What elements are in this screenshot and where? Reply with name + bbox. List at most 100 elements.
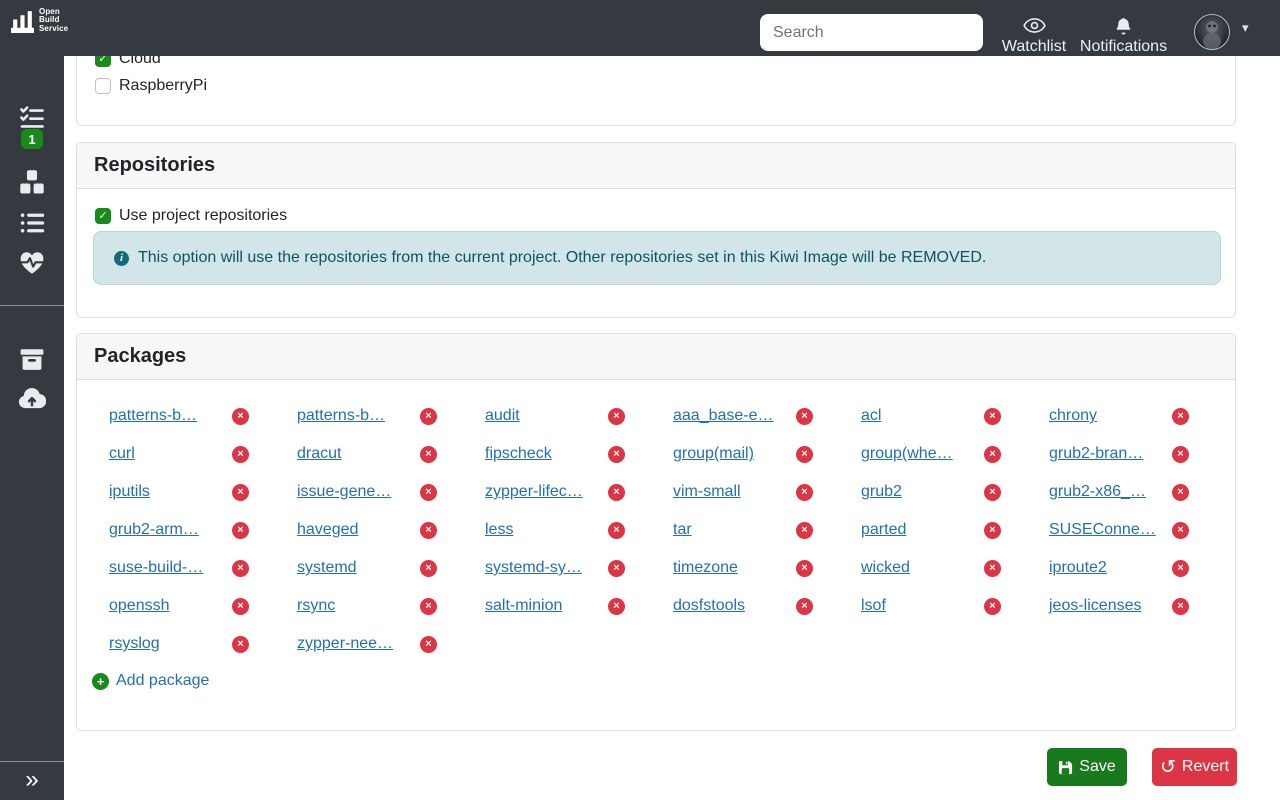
delete-package-icon[interactable]: × — [232, 484, 249, 501]
package-link[interactable]: patterns-b… — [109, 407, 197, 425]
package-link[interactable]: aaa_base-e… — [673, 407, 774, 425]
package-link[interactable]: iputils — [109, 483, 150, 501]
package-link[interactable]: parted — [861, 521, 906, 539]
watchlist-menu[interactable]: Watchlist — [995, 15, 1073, 56]
package-link[interactable]: suse-build-… — [109, 559, 203, 577]
package-link[interactable]: issue-gene… — [297, 483, 391, 501]
delete-package-icon[interactable]: × — [796, 484, 813, 501]
delete-package-icon[interactable]: × — [796, 598, 813, 615]
delete-package-icon[interactable]: × — [232, 446, 249, 463]
delete-package-icon[interactable]: × — [1172, 484, 1189, 501]
package-link[interactable]: SUSEConne… — [1049, 521, 1156, 539]
package-link[interactable]: group(mail) — [673, 445, 754, 463]
package-link[interactable]: salt-minion — [485, 597, 562, 615]
package-link[interactable]: openssh — [109, 597, 170, 615]
package-link[interactable]: chrony — [1049, 407, 1097, 425]
package-link[interactable]: zypper-lifec… — [485, 483, 583, 501]
sidebar-item-repositories[interactable] — [0, 346, 64, 372]
package-link[interactable]: jeos-licenses — [1049, 597, 1141, 615]
package-link[interactable]: systemd-sy… — [485, 559, 582, 577]
delete-package-icon[interactable]: × — [796, 522, 813, 539]
package-link[interactable]: dracut — [297, 445, 341, 463]
package-link[interactable]: acl — [861, 407, 881, 425]
delete-package-icon[interactable]: × — [420, 408, 437, 425]
package-link[interactable]: wicked — [861, 559, 910, 577]
delete-package-icon[interactable]: × — [232, 522, 249, 539]
delete-package-icon[interactable]: × — [796, 446, 813, 463]
package-link[interactable]: group(whe… — [861, 445, 953, 463]
package-link[interactable]: zypper-nee… — [297, 635, 393, 653]
sidebar-item-monitor[interactable] — [0, 250, 64, 276]
delete-package-icon[interactable]: × — [232, 636, 249, 653]
checkbox-checked-icon[interactable]: ✓ — [95, 208, 111, 224]
eye-icon — [1023, 17, 1046, 34]
search-input[interactable] — [760, 14, 983, 51]
user-avatar[interactable] — [1194, 14, 1230, 50]
delete-package-icon[interactable]: × — [232, 560, 249, 577]
delete-package-icon[interactable]: × — [420, 446, 437, 463]
package-link[interactable]: fipscheck — [485, 445, 552, 463]
delete-package-icon[interactable]: × — [232, 408, 249, 425]
package-link[interactable]: dosfstools — [673, 597, 745, 615]
obs-logo[interactable]: Open Build Service — [9, 7, 68, 34]
delete-package-icon[interactable]: × — [608, 560, 625, 577]
package-link[interactable]: iproute2 — [1049, 559, 1107, 577]
delete-package-icon[interactable]: × — [1172, 522, 1189, 539]
package-link[interactable]: less — [485, 521, 513, 539]
delete-package-icon[interactable]: × — [984, 446, 1001, 463]
delete-package-icon[interactable]: × — [984, 560, 1001, 577]
revert-button[interactable]: ↺ Revert — [1152, 748, 1237, 786]
delete-package-icon[interactable]: × — [420, 560, 437, 577]
delete-package-icon[interactable]: × — [420, 522, 437, 539]
delete-package-icon[interactable]: × — [984, 598, 1001, 615]
checkbox-unchecked-icon[interactable] — [95, 78, 111, 94]
delete-package-icon[interactable]: × — [232, 598, 249, 615]
package-link[interactable]: timezone — [673, 559, 738, 577]
delete-package-icon[interactable]: × — [420, 484, 437, 501]
sidebar-item-packages[interactable] — [0, 169, 64, 195]
package-link[interactable]: grub2 — [861, 483, 902, 501]
use-project-repositories-checkbox-row[interactable]: ✓ Use project repositories — [95, 204, 287, 228]
save-button[interactable]: Save — [1047, 748, 1127, 786]
package-item: rsyslog × — [93, 625, 281, 663]
delete-package-icon[interactable]: × — [796, 408, 813, 425]
delete-package-icon[interactable]: × — [1172, 560, 1189, 577]
package-item: systemd × — [281, 549, 469, 587]
delete-package-icon[interactable]: × — [420, 636, 437, 653]
package-link[interactable]: patterns-b… — [297, 407, 385, 425]
profile-option-raspberrypi[interactable]: RaspberryPi — [95, 74, 207, 98]
delete-package-icon[interactable]: × — [1172, 598, 1189, 615]
add-package-button[interactable]: + Add package — [92, 667, 209, 695]
delete-package-icon[interactable]: × — [420, 598, 437, 615]
sidebar-expand-button[interactable]: » — [0, 766, 64, 794]
delete-package-icon[interactable]: × — [608, 446, 625, 463]
notifications-menu[interactable]: Notifications — [1071, 15, 1176, 56]
sidebar-item-tasks[interactable] — [0, 105, 64, 131]
package-link[interactable]: systemd — [297, 559, 357, 577]
delete-package-icon[interactable]: × — [984, 484, 1001, 501]
delete-package-icon[interactable]: × — [984, 522, 1001, 539]
package-link[interactable]: rsync — [297, 597, 335, 615]
sidebar-item-requests[interactable] — [0, 210, 64, 236]
delete-package-icon[interactable]: × — [984, 408, 1001, 425]
package-link[interactable]: grub2-x86_… — [1049, 483, 1146, 501]
delete-package-icon[interactable]: × — [796, 560, 813, 577]
package-link[interactable]: haveged — [297, 521, 358, 539]
package-link[interactable]: lsof — [861, 597, 886, 615]
delete-package-icon[interactable]: × — [1172, 408, 1189, 425]
delete-package-icon[interactable]: × — [1172, 446, 1189, 463]
delete-package-icon[interactable]: × — [608, 408, 625, 425]
repositories-header: Repositories — [77, 143, 1235, 189]
package-link[interactable]: curl — [109, 445, 135, 463]
caret-down-icon[interactable]: ▾ — [1242, 20, 1249, 36]
delete-package-icon[interactable]: × — [608, 598, 625, 615]
delete-package-icon[interactable]: × — [608, 484, 625, 501]
package-link[interactable]: grub2-arm… — [109, 521, 199, 539]
package-link[interactable]: rsyslog — [109, 635, 160, 653]
package-link[interactable]: vim-small — [673, 483, 741, 501]
sidebar-item-image-templates[interactable] — [0, 386, 64, 410]
package-link[interactable]: audit — [485, 407, 520, 425]
delete-package-icon[interactable]: × — [608, 522, 625, 539]
package-link[interactable]: grub2-bran… — [1049, 445, 1143, 463]
package-link[interactable]: tar — [673, 521, 692, 539]
